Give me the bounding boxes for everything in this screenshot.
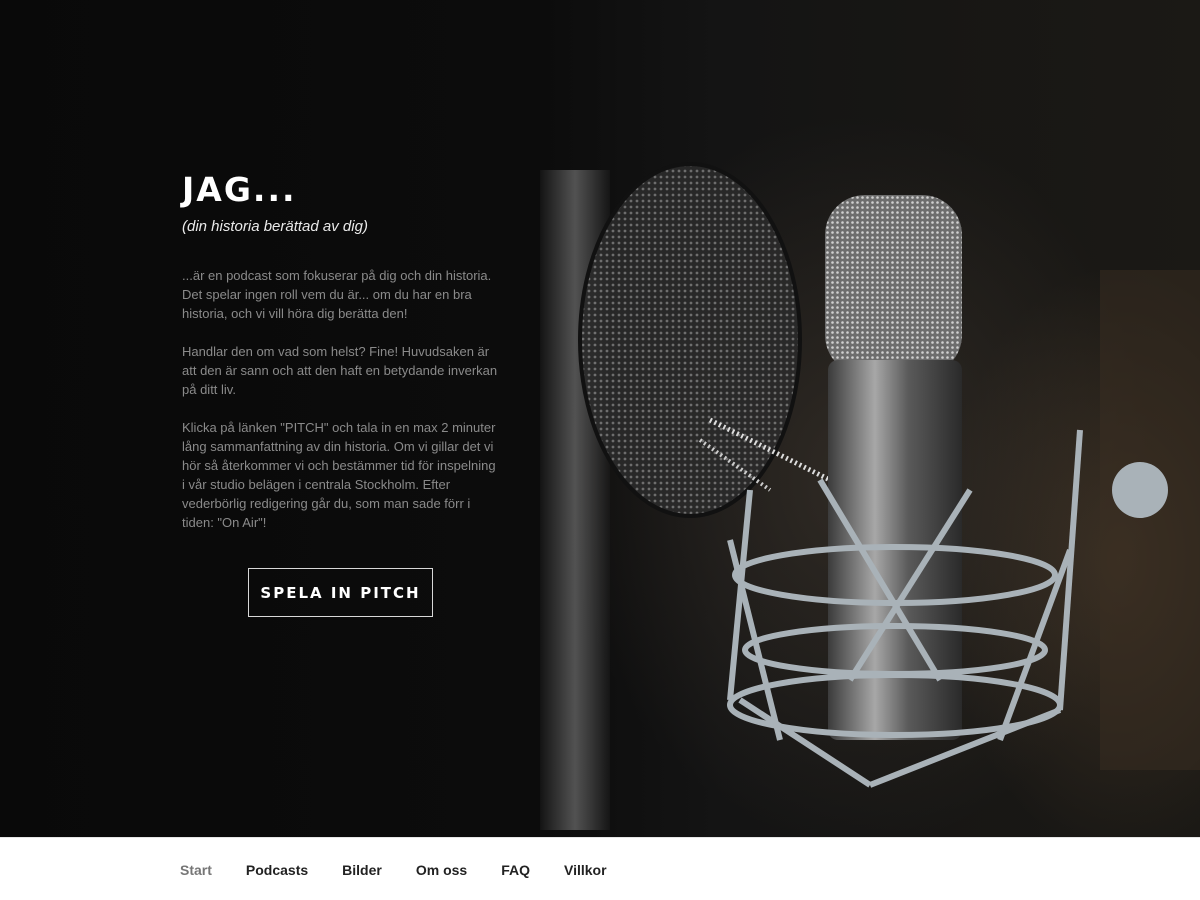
microphone-image — [540, 162, 1200, 830]
intro-paragraph: Handlar den om vad som helst? Fine! Huvu… — [182, 344, 498, 397]
page-title: JAG... — [182, 170, 297, 209]
nav-item-podcasts[interactable]: Podcasts — [246, 862, 308, 878]
main-navigation: Start Podcasts Bilder Om oss FAQ Villkor — [0, 837, 1200, 900]
record-pitch-button[interactable]: SPELA IN PITCH — [248, 568, 433, 617]
nav-item-faq[interactable]: FAQ — [501, 862, 530, 878]
nav-item-villkor[interactable]: Villkor — [564, 862, 607, 878]
page-subtitle: (din historia berättad av dig) — [182, 218, 368, 235]
intro-paragraph: ...är en podcast som fokuserar på dig oc… — [182, 268, 492, 321]
intro-paragraph: Klicka på länken "PITCH" och tala in en … — [182, 420, 496, 530]
hero-content: JAG... (din historia berättad av dig) ..… — [182, 170, 502, 532]
nav-item-bilder[interactable]: Bilder — [342, 862, 382, 878]
nav-item-om-oss[interactable]: Om oss — [416, 862, 467, 878]
hero-section: JAG... (din historia berättad av dig) ..… — [0, 0, 1200, 837]
nav-item-start[interactable]: Start — [180, 862, 212, 878]
